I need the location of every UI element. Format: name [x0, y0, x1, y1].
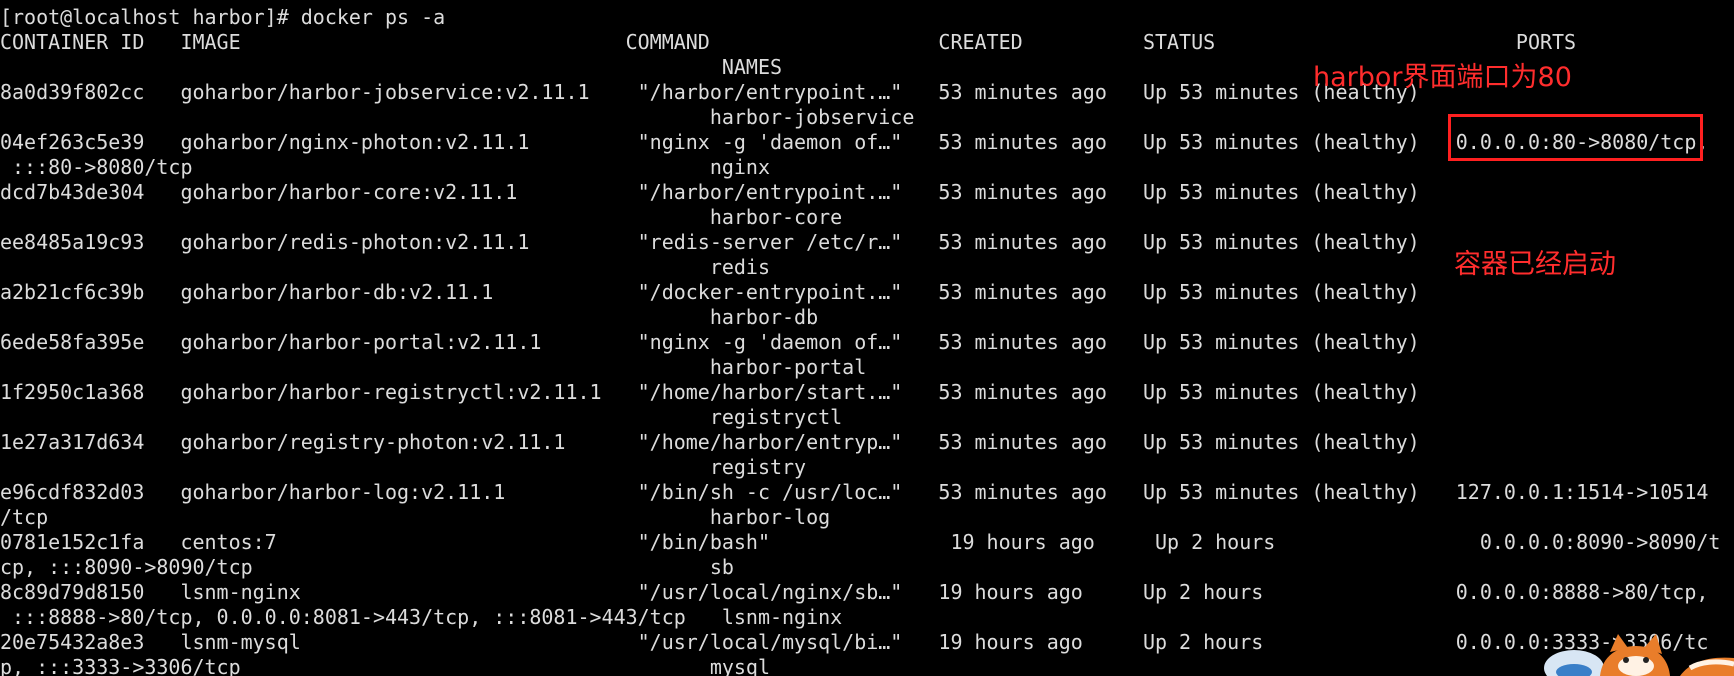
table-row: e96cdf832d03 goharbor/harbor-log:v2.11.1…	[0, 480, 1709, 504]
started-annotation: 容器已经启动	[1454, 249, 1616, 280]
table-row-continuation: harbor-db	[0, 305, 819, 329]
table-row-continuation: registry	[0, 455, 807, 479]
table-row-continuation: /tcp harbor-log	[0, 505, 831, 529]
table-row: 8c89d79d8150 lsnm-nginx "/usr/local/ngin…	[0, 580, 1709, 604]
table-row-continuation: harbor-core	[0, 205, 843, 229]
terminal-line: [root@localhost harbor]# docker ps -a	[0, 5, 446, 29]
table-row-continuation: :::8888->80/tcp, 0.0.0.0:8081->443/tcp, …	[0, 605, 843, 629]
table-row-continuation: registryctl	[0, 405, 843, 429]
table-row-continuation: harbor-portal	[0, 355, 867, 379]
table-row: 20e75432a8e3 lsnm-mysql "/usr/local/mysq…	[0, 630, 1709, 654]
terminal-output: [root@localhost harbor]# docker ps -a CO…	[0, 5, 1720, 676]
table-row: 6ede58fa395e goharbor/harbor-portal:v2.1…	[0, 330, 1420, 354]
table-header-line: CONTAINER ID IMAGE COMMAND CREATED STATU…	[0, 30, 1577, 54]
table-row: dcd7b43de304 goharbor/harbor-core:v2.11.…	[0, 180, 1420, 204]
table-row: 1f2950c1a368 goharbor/harbor-registryctl…	[0, 380, 1420, 404]
terminal-window[interactable]: [root@localhost harbor]# docker ps -a CO…	[0, 0, 1734, 676]
table-row-continuation: p, :::3333->3306/tcp mysql	[0, 655, 770, 676]
table-row: 0781e152c1fa centos:7 "/bin/bash" 19 hou…	[0, 530, 1721, 554]
port-annotation: harbor界面端口为80	[1313, 62, 1572, 93]
mascot-icon	[1544, 634, 1734, 676]
table-row-continuation: cp, :::8090->8090/tcp sb	[0, 555, 734, 579]
table-row: a2b21cf6c39b goharbor/harbor-db:v2.11.1 …	[0, 280, 1420, 304]
table-row: 1e27a317d634 goharbor/registry-photon:v2…	[0, 430, 1420, 454]
port-highlight-box	[1448, 114, 1703, 161]
